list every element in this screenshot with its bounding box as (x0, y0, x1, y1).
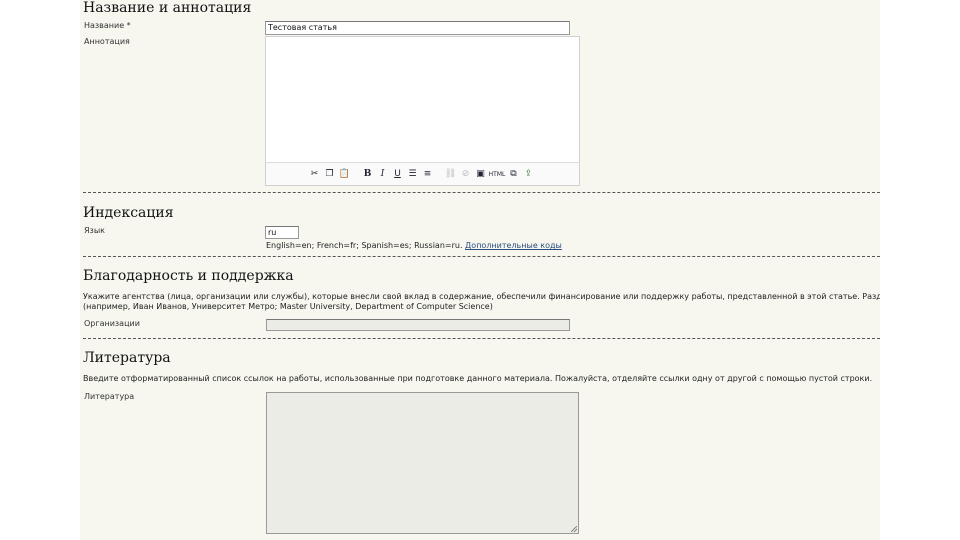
section-divider (83, 256, 880, 257)
html-icon[interactable]: HTML (489, 168, 506, 181)
section-divider (83, 192, 880, 193)
italic-icon[interactable]: I (376, 168, 389, 181)
language-label: Язык (84, 226, 105, 235)
title-abstract-heading: Название и аннотация (83, 0, 252, 16)
support-example: (например, Иван Иванов, Университет Метр… (83, 302, 493, 311)
support-heading: Благодарность и поддержка (83, 268, 294, 284)
language-codes-text: English=en; French=fr; Spanish=es; Russi… (266, 241, 463, 250)
unlink-icon[interactable]: ⊘ (459, 168, 472, 181)
references-heading: Литература (83, 350, 171, 366)
additional-codes-link[interactable]: Дополнительные коды (465, 241, 562, 250)
image-icon[interactable]: ▣ (474, 168, 487, 181)
indexing-heading: Индексация (83, 205, 174, 221)
title-label: Название * (84, 21, 131, 30)
copy-icon[interactable]: ❐ (323, 168, 336, 181)
underline-icon[interactable]: U (391, 168, 404, 181)
support-description: Укажите агентства (лица, организации или… (83, 292, 880, 301)
cut-icon[interactable]: ✂ (308, 168, 321, 181)
language-hint: English=en; French=fr; Spanish=es; Russi… (266, 241, 562, 250)
form-panel: Название и аннотация Название * Тестовая… (80, 0, 880, 540)
bullet-list-icon[interactable]: ☰ (406, 168, 419, 181)
references-textarea[interactable] (266, 392, 579, 534)
references-label: Литература (84, 392, 135, 401)
bold-icon[interactable]: B (361, 168, 374, 181)
title-input[interactable]: Тестовая статья (265, 21, 570, 35)
language-input[interactable]: ru (265, 226, 299, 239)
agencies-label: Организации (84, 319, 140, 328)
upload-icon[interactable]: ⇪ (522, 168, 535, 181)
references-description: Введите отформатированный список ссылок … (83, 374, 873, 383)
agencies-input[interactable] (266, 319, 570, 331)
resize-grip-icon[interactable] (571, 526, 577, 532)
link-icon[interactable]: ⛓ (444, 168, 457, 181)
editor-toolbar: ✂ ❐ 📋 B I U ☰ ≡ ⛓ ⊘ ▣ HTML ⧉ ⇪ (266, 162, 579, 185)
abstract-label: Аннотация (84, 37, 130, 46)
abstract-editor[interactable]: ✂ ❐ 📋 B I U ☰ ≡ ⛓ ⊘ ▣ HTML ⧉ ⇪ (265, 36, 580, 186)
fullscreen-icon[interactable]: ⧉ (507, 168, 520, 181)
section-divider (83, 338, 880, 339)
paste-icon[interactable]: 📋 (338, 168, 351, 181)
numbered-list-icon[interactable]: ≡ (421, 168, 434, 181)
